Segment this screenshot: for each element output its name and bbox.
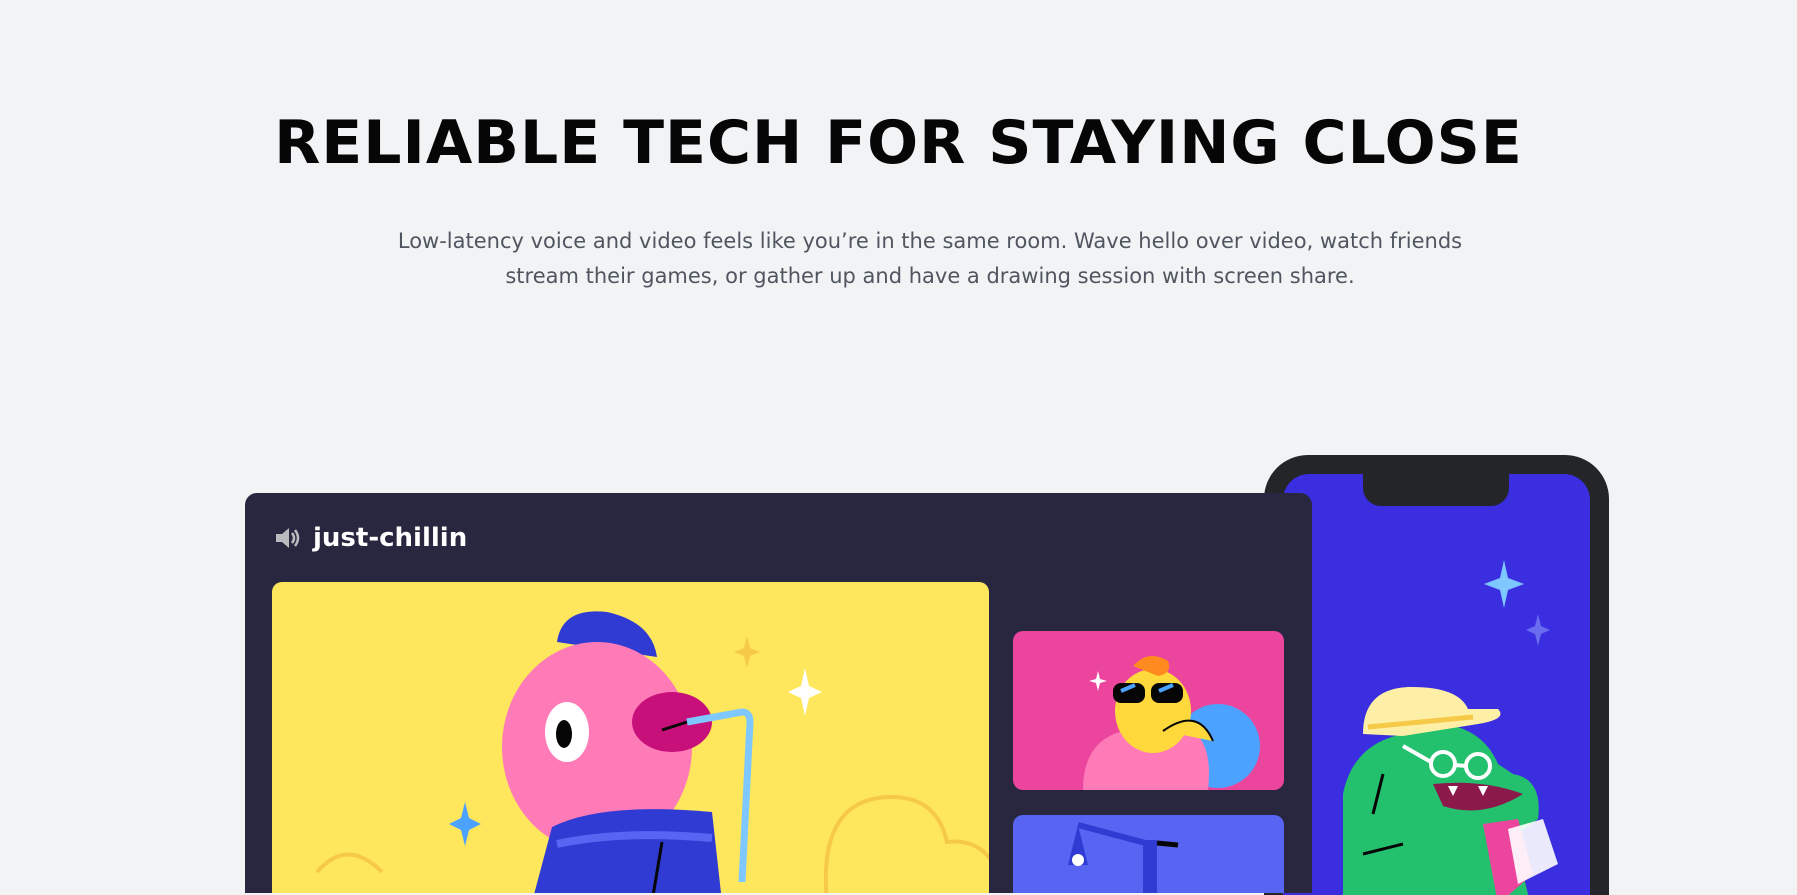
voice-channel-window: just-chillin <box>245 493 1312 893</box>
phone-mockup <box>1264 455 1609 895</box>
channel-header[interactable]: just-chillin <box>273 523 467 553</box>
dino-character-illustration <box>1342 560 1558 895</box>
phone-notch <box>1363 474 1509 506</box>
main-video-tile[interactable] <box>272 582 989 893</box>
participant-tile-lamp[interactable] <box>1013 815 1284 893</box>
sunglasses-character-illustration <box>1083 656 1260 790</box>
participant-tile-sunglasses[interactable] <box>1013 631 1284 790</box>
hero-title: RELIABLE TECH FOR STAYING CLOSE <box>274 108 1523 178</box>
speaker-icon <box>273 524 301 552</box>
pink-character-illustration <box>315 611 989 893</box>
lamp-illustration <box>1068 822 1179 893</box>
channel-name: just-chillin <box>313 523 468 553</box>
hero-subtitle: Low-latency voice and video feels like y… <box>397 229 1463 288</box>
phone-screen <box>1283 474 1590 895</box>
